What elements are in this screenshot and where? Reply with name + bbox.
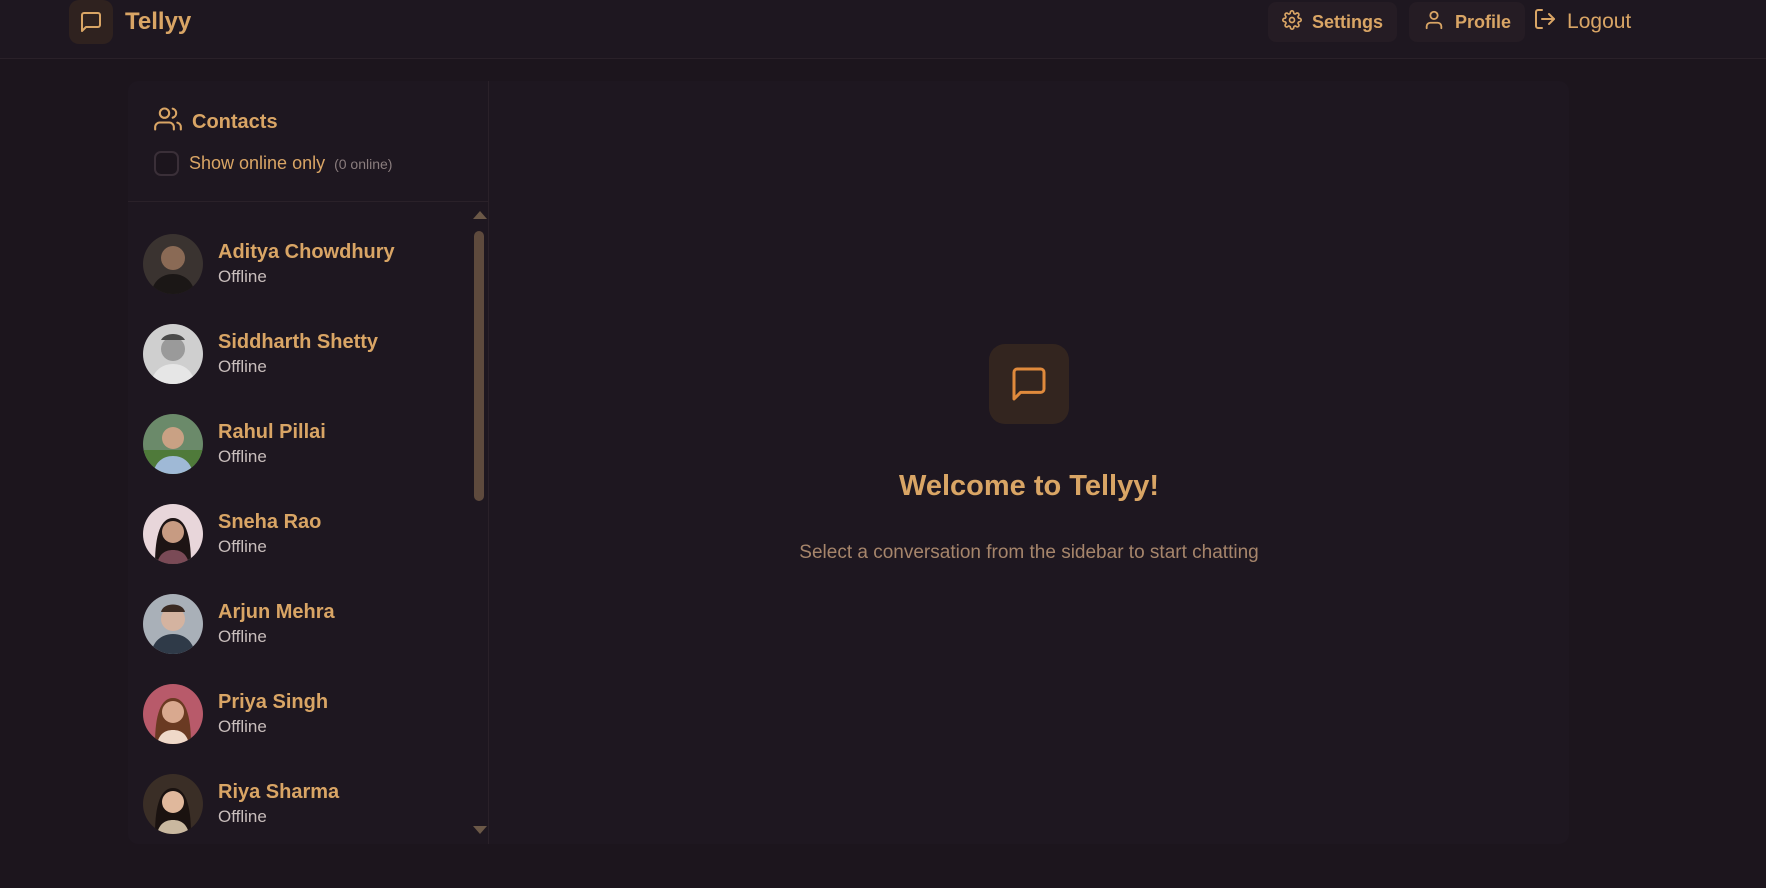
avatar: [143, 684, 203, 744]
contacts-heading: Contacts: [154, 105, 278, 139]
welcome-panel: Welcome to Tellyy! Select a conversation…: [489, 81, 1569, 844]
chat-container: Contacts Show online only (0 online) Adi…: [128, 81, 1569, 844]
contacts-sidebar: Contacts Show online only (0 online) Adi…: [128, 81, 489, 844]
contacts-title: Contacts: [192, 110, 278, 133]
show-online-checkbox[interactable]: [154, 151, 179, 176]
scrollbar-thumb[interactable]: [474, 231, 484, 501]
contact-name: Priya Singh: [218, 691, 329, 713]
user-icon: [1423, 9, 1445, 36]
contact-status: Offline: [218, 537, 267, 556]
contact-info: Riya Sharma Offline: [218, 779, 339, 829]
logout-button[interactable]: Logout: [1525, 2, 1639, 42]
contact-name: Aditya Chowdhury: [218, 241, 395, 263]
contact-status: Offline: [218, 267, 267, 286]
logout-label: Logout: [1567, 10, 1632, 33]
contact-info: Rahul Pillai Offline: [218, 419, 326, 469]
contact-status: Offline: [218, 627, 267, 646]
chat-bubble-icon: [69, 0, 113, 44]
contact-status: Offline: [218, 357, 267, 376]
contact-item[interactable]: Priya Singh Offline: [143, 678, 463, 750]
welcome-subtitle: Select a conversation from the sidebar t…: [799, 542, 1259, 563]
nav-actions: Settings Profile Logout: [1268, 0, 1639, 44]
contact-name: Sneha Rao: [218, 511, 322, 533]
welcome-title: Welcome to Tellyy!: [899, 470, 1159, 502]
top-navbar: Tellyy Settings Profile Logout: [0, 0, 1766, 59]
contact-item[interactable]: Aditya Chowdhury Offline: [143, 228, 463, 300]
brand[interactable]: Tellyy: [69, 0, 191, 44]
contact-item[interactable]: Riya Sharma Offline: [143, 768, 463, 840]
app-title: Tellyy: [125, 8, 192, 35]
contact-info: Siddharth Shetty Offline: [218, 329, 378, 379]
contact-name: Rahul Pillai: [218, 421, 326, 443]
contact-item[interactable]: Arjun Mehra Offline: [143, 588, 463, 660]
contact-info: Arjun Mehra Offline: [218, 599, 335, 649]
contact-info: Priya Singh Offline: [218, 689, 328, 739]
contact-list[interactable]: Aditya Chowdhury Offline Siddharth Shett…: [128, 203, 488, 844]
show-online-label: Show online only: [189, 153, 326, 173]
contact-item[interactable]: Siddharth Shetty Offline: [143, 318, 463, 390]
contact-name: Arjun Mehra: [218, 601, 335, 623]
scroll-down-arrow-icon[interactable]: [473, 826, 487, 834]
scroll-up-arrow-icon[interactable]: [473, 211, 487, 219]
profile-button[interactable]: Profile: [1409, 2, 1526, 42]
contact-status: Offline: [218, 717, 267, 736]
logout-icon: [1533, 7, 1557, 37]
users-icon: [154, 105, 182, 139]
avatar: [143, 504, 203, 564]
contact-name: Siddharth Shetty: [218, 331, 379, 353]
online-count: (0 online): [334, 155, 393, 172]
sidebar-header: Contacts Show online only (0 online): [128, 81, 488, 202]
contact-item[interactable]: Sneha Rao Offline: [143, 498, 463, 570]
avatar: [143, 594, 203, 654]
settings-button[interactable]: Settings: [1268, 2, 1398, 42]
contact-name: Riya Sharma: [218, 781, 340, 803]
chat-bubble-icon: [989, 344, 1069, 424]
online-filter[interactable]: Show online only (0 online): [154, 151, 392, 176]
avatar: [143, 414, 203, 474]
avatar: [143, 324, 203, 384]
settings-label: Settings: [1312, 11, 1384, 32]
contact-info: Sneha Rao Offline: [218, 509, 321, 559]
avatar: [143, 774, 203, 834]
avatar: [143, 234, 203, 294]
profile-label: Profile: [1455, 11, 1512, 32]
contact-status: Offline: [218, 807, 267, 826]
contact-info: Aditya Chowdhury Offline: [218, 239, 395, 289]
contact-item[interactable]: Rahul Pillai Offline: [143, 408, 463, 480]
gear-icon: [1282, 9, 1302, 35]
contact-status: Offline: [218, 447, 267, 466]
